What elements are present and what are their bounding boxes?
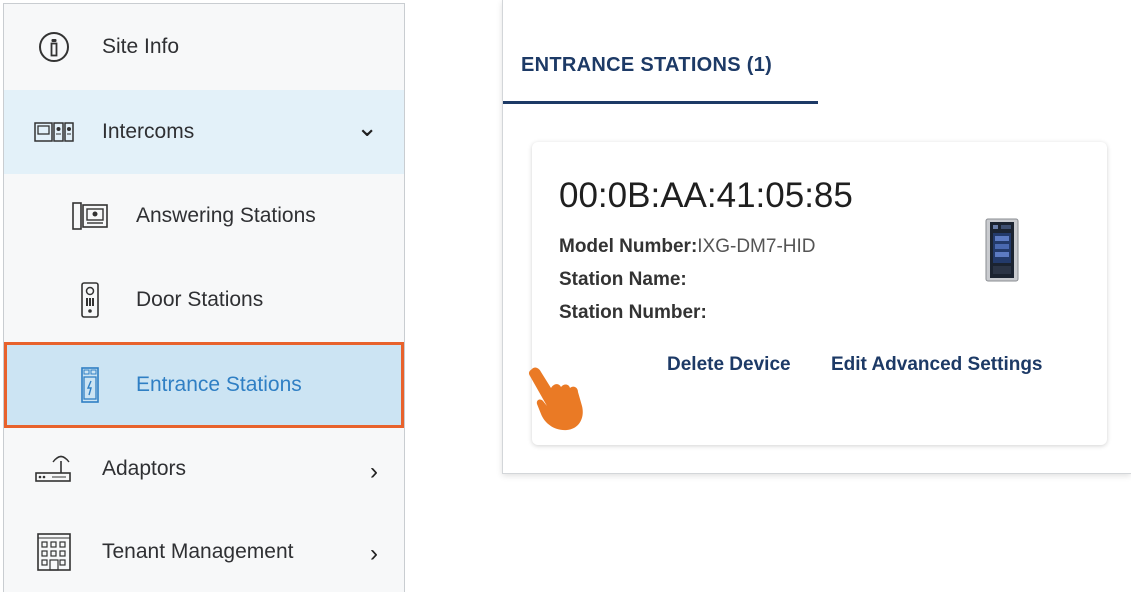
info-icon [34,27,74,67]
model-number-field: Model Number:IXG-DM7-HID [559,236,816,258]
pointer-hand-icon [528,367,583,431]
device-image [985,218,1019,282]
tab-label: ENTRANCE STATIONS (1) [521,54,773,76]
station-number-field: Station Number: [559,302,707,324]
sidebar-nav: Site Info Intercoms ⌄ Answering Stations… [3,3,405,592]
station-name-field: Station Name: [559,269,687,291]
sidebar-item-label: Adaptors [102,457,187,480]
entrance-stations-panel: ENTRANCE STATIONS (1) 00:0B:AA:41:05:85 … [502,0,1131,474]
sidebar-item-label: Entrance Stations [136,373,302,396]
delete-device-button[interactable]: Delete Device [667,354,791,376]
intercom-icon [34,112,74,152]
sidebar-item-label: Answering Stations [136,204,316,227]
tab-entrance-stations[interactable]: ENTRANCE STATIONS (1) [503,0,818,104]
chevron-down-icon: ⌄ [356,112,378,142]
entrance-station-icon [70,365,110,405]
building-icon [34,532,74,572]
edit-advanced-settings-button[interactable]: Edit Advanced Settings [831,354,1043,376]
door-station-icon [70,280,110,320]
sidebar-item-label: Site Info [102,35,180,58]
sidebar-item-answering-stations[interactable]: Answering Stations [4,174,404,258]
device-mac-address: 00:0B:AA:41:05:85 [559,176,853,215]
sidebar-item-door-stations[interactable]: Door Stations [4,258,404,342]
model-number-value: IXG-DM7-HID [697,236,816,257]
chevron-right-icon: › [370,458,378,485]
sidebar-item-label: Tenant Management [102,539,294,563]
chevron-right-icon: › [370,540,378,567]
sidebar-item-intercoms[interactable]: Intercoms ⌄ [4,90,404,174]
sidebar-item-label: Door Stations [136,288,264,311]
answering-station-icon [70,196,110,236]
sidebar-item-adaptors[interactable]: Adaptors › [4,428,404,510]
device-card: 00:0B:AA:41:05:85 Model Number:IXG-DM7-H… [532,142,1107,445]
station-name-label: Station Name: [559,269,687,290]
sidebar-item-label: Intercoms [102,120,195,143]
station-number-label: Station Number: [559,302,707,323]
sidebar-item-tenant-management[interactable]: Tenant Management › [4,510,404,593]
model-number-label: Model Number: [559,236,698,257]
sidebar-item-site-info[interactable]: Site Info [4,4,404,90]
sidebar-item-entrance-stations[interactable]: Entrance Stations [4,342,404,428]
adaptor-icon [34,449,74,489]
